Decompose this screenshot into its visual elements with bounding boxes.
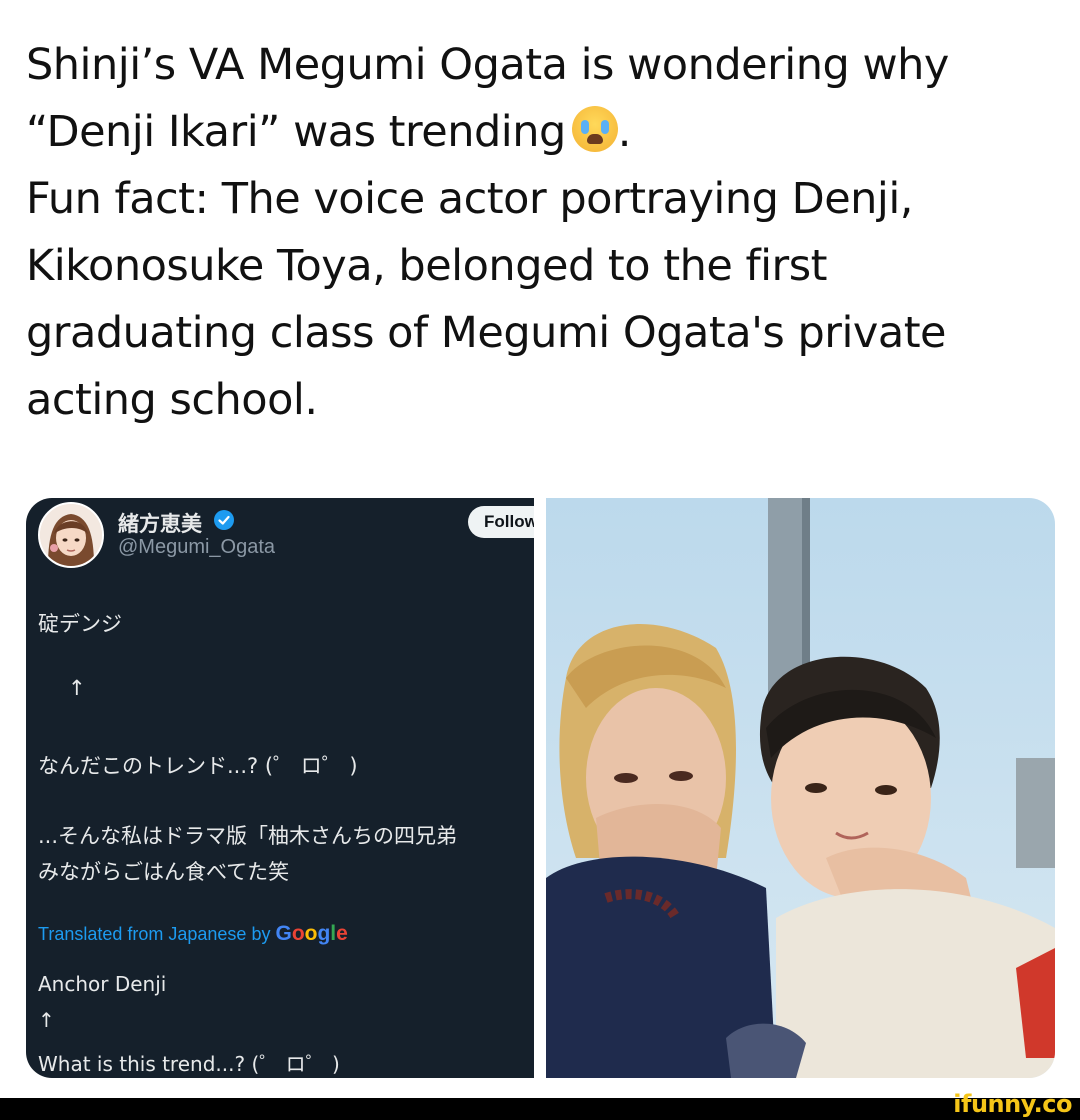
caption-line-2-period: . — [617, 107, 632, 157]
tweet-screenshot: 緒方恵美 @Megumi_Ogata Follow 碇デンジ ↑ なんだこのトレ… — [26, 498, 534, 1078]
footer-bar: ifunny.co — [0, 1090, 1080, 1120]
photo-illustration — [546, 498, 1055, 1078]
profile-avatar[interactable] — [38, 502, 104, 568]
avatar-illustration-icon — [40, 504, 102, 566]
user-handle[interactable]: @Megumi_Ogata — [118, 536, 275, 559]
caption-line-6: acting school. — [26, 375, 318, 425]
caption-line-4: Kikonosuke Toya, belonged to the first — [26, 241, 828, 291]
caption-line-1: Shinji’s VA Megumi Ogata is wondering wh… — [26, 40, 949, 90]
tweet-translation-arrow: ↑ — [38, 1008, 55, 1032]
tweet-text-ja-line-1: 碇デンジ — [38, 612, 122, 636]
ifunny-watermark: ifunny.co — [953, 1090, 1072, 1118]
tweet-text-ja-arrow: ↑ — [68, 676, 86, 700]
tweet-text-ja-line-2: なんだこのトレンド...? (゜ ロ゜ ) — [38, 754, 358, 778]
tweet-text-ja-line-4: みながらごはん食べてた笑 — [38, 860, 290, 884]
tweet-translation-line-1: Anchor Denji — [38, 972, 167, 996]
caption-line-3: Fun fact: The voice actor portraying Den… — [26, 174, 913, 224]
translated-by-link[interactable]: Translated from Japanese by Google — [38, 922, 348, 946]
display-name[interactable]: 緒方恵美 — [118, 508, 202, 538]
caption-line-2: “Denji Ikari” was trending. — [26, 99, 1046, 166]
meme-caption: Shinji’s VA Megumi Ogata is wondering wh… — [26, 32, 1046, 434]
translated-by-text: Translated from Japanese by — [38, 924, 271, 944]
tweet-translation-line-2: What is this trend...? (゜ ロ゜ ) — [38, 1052, 340, 1076]
google-logo: Google — [275, 922, 348, 945]
voice-actors-photo — [546, 498, 1055, 1078]
follow-button[interactable]: Follow — [468, 506, 534, 538]
verified-badge-icon — [214, 510, 234, 530]
caption-line-2-text: “Denji Ikari” was trending — [26, 107, 566, 157]
tweet-text-ja-line-3: ...そんな私はドラマ版「柚木さんちの四兄弟 — [38, 824, 458, 848]
loudly-crying-face-icon — [571, 106, 618, 152]
caption-line-5: graduating class of Megumi Ogata's priva… — [26, 308, 947, 358]
